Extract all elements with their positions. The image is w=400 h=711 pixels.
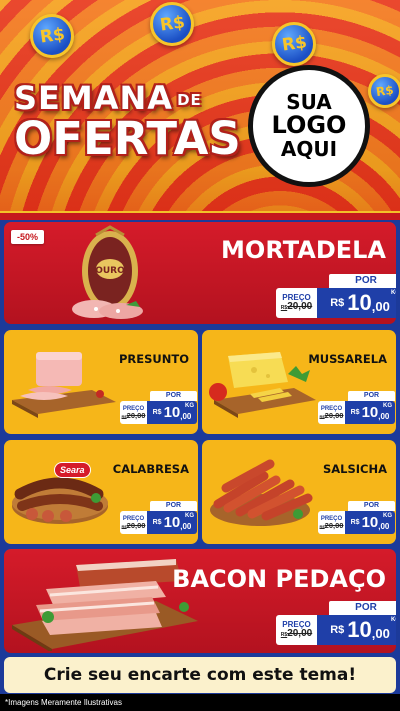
product-name: MUSSARELA bbox=[308, 352, 387, 366]
coin-icon: R$ bbox=[150, 2, 194, 46]
price-tag: POR PREÇOR$20,00 R$10,00KG bbox=[276, 274, 396, 318]
price-tag: POR PREÇOR$20,00 R$10,00KG bbox=[276, 601, 396, 645]
presunto-image bbox=[12, 352, 116, 418]
product-card-presunto[interactable]: PRESUNTO POR PREÇO R$20,00 R$ 10,00 KG bbox=[4, 330, 198, 434]
product-name: BACON PEDAÇO bbox=[172, 565, 386, 593]
new-price: R$10,00KG bbox=[317, 615, 396, 645]
price-tag: POR PREÇOR$20,00 R$10,00KG bbox=[120, 501, 197, 534]
title-ofertas: OFERTAS bbox=[14, 112, 241, 165]
mortadela-brand: OURO bbox=[95, 266, 125, 276]
price-tag: POR PREÇOR$20,00 R$10,00KG bbox=[318, 391, 395, 424]
new-price: R$10,00KG bbox=[345, 511, 395, 534]
product-card-bacon[interactable]: BACON PEDAÇO POR PREÇOR$20,00 R$10,00KG bbox=[4, 549, 396, 653]
product-card-mussarela[interactable]: MUSSARELA POR PREÇO R$20,00 R$ 10,00 KG bbox=[202, 330, 396, 434]
coin-icon: R$ bbox=[30, 14, 74, 58]
coin-icon: R$ bbox=[272, 22, 316, 66]
old-price: PREÇO R$20,00 bbox=[276, 615, 317, 645]
por-label: POR bbox=[329, 274, 396, 288]
new-price: R$10,00KG bbox=[147, 511, 197, 534]
por-label: POR bbox=[348, 391, 395, 401]
price-tag: POR PREÇOR$20,00 R$10,00KG bbox=[318, 501, 395, 534]
product-card-mortadela[interactable]: -50% OURO MORTADELA POR PREÇO R$20,00 R$ 1… bbox=[4, 222, 396, 324]
mortadela-image: OURO bbox=[72, 225, 143, 319]
coin-icon: R$ bbox=[368, 74, 400, 108]
por-label: POR bbox=[348, 501, 395, 511]
logo-line3: AQUI bbox=[280, 136, 338, 161]
old-price: PREÇO R$20,00 bbox=[120, 511, 147, 534]
product-name: PRESUNTO bbox=[118, 352, 189, 366]
old-price: PREÇO R$20,00 bbox=[276, 288, 317, 318]
logo-line2: LOGO bbox=[271, 111, 347, 140]
salsicha-image bbox=[210, 459, 313, 526]
product-name: MORTADELA bbox=[221, 236, 386, 264]
campaign-title: SEMANA DE OFERTAS bbox=[14, 82, 244, 161]
product-card-salsicha[interactable]: SALSICHA POR PREÇO R$20,00 R$ 10,00 KG bbox=[202, 440, 396, 544]
title-semana: SEMANA bbox=[14, 79, 174, 117]
logo-placeholder[interactable]: SUA LOGO AQUI bbox=[248, 65, 370, 187]
header-divider bbox=[0, 211, 400, 220]
product-name: SALSICHA bbox=[322, 462, 387, 476]
old-price: PREÇO R$20,00 bbox=[120, 401, 147, 424]
price-tag: POR PREÇOR$20,00 R$10,00KG bbox=[120, 391, 197, 424]
disclaimer-text: *Imagens Meramente Ilustrativas bbox=[0, 694, 400, 711]
logo-line1: SUA bbox=[286, 90, 332, 115]
product-name: CALABRESA bbox=[112, 462, 189, 476]
new-price: R$10,00KG bbox=[147, 401, 197, 424]
new-price: R$10,00KG bbox=[345, 401, 395, 424]
por-label: POR bbox=[150, 391, 197, 401]
discount-badge: -50% bbox=[11, 230, 45, 244]
por-label: POR bbox=[150, 501, 197, 511]
mussarela-image bbox=[209, 352, 316, 418]
product-card-calabresa[interactable]: Seara CALABRESA POR PREÇO R$20,00 R$ 10,00… bbox=[4, 440, 198, 544]
title-de: DE bbox=[177, 91, 202, 109]
new-price: R$10,00KG bbox=[317, 288, 396, 318]
header-banner: R$ R$ R$ R$ SEMANA DE OFERTAS SUA LOGO AQ… bbox=[0, 0, 400, 213]
cta-banner[interactable]: Crie seu encarte com este tema! bbox=[4, 657, 396, 693]
old-price: PREÇO R$20,00 bbox=[318, 401, 345, 424]
seara-brand-logo: Seara bbox=[54, 462, 91, 478]
old-price: PREÇO R$20,00 bbox=[318, 511, 345, 534]
por-label: POR bbox=[329, 601, 396, 615]
